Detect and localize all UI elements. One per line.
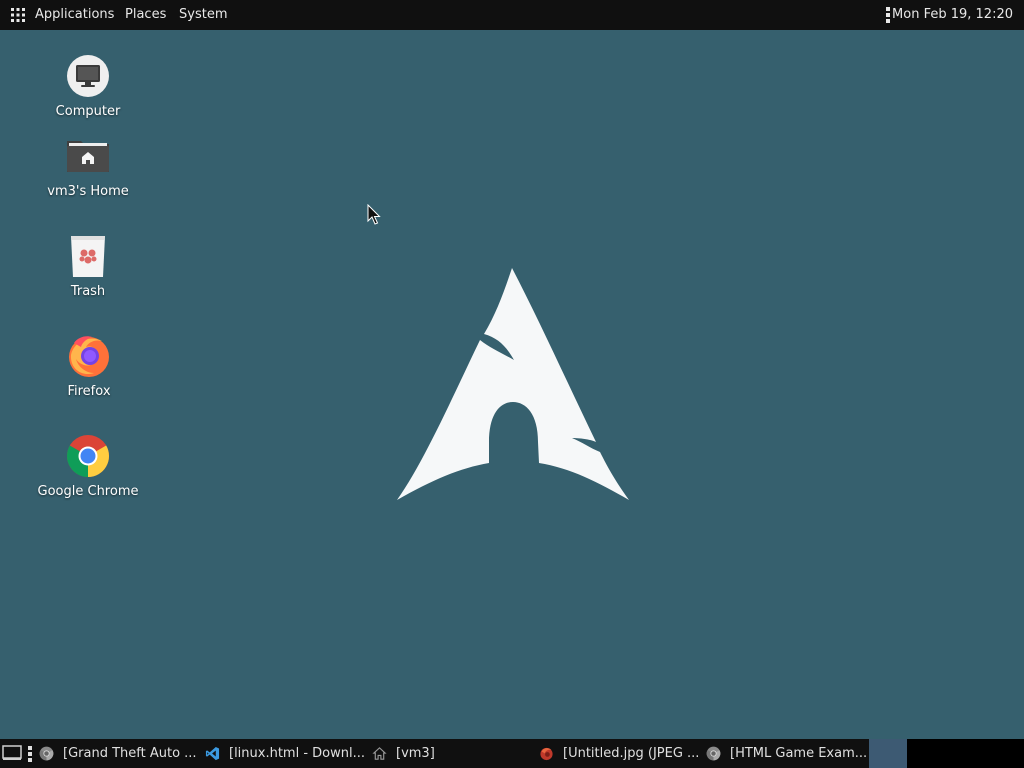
desktop-icon-label: Google Chrome	[37, 484, 139, 499]
desktop-icon-label: Firefox	[67, 384, 111, 399]
menu-places[interactable]: Places	[125, 0, 166, 30]
computer-icon	[67, 55, 109, 97]
arch-linux-logo	[397, 268, 629, 500]
trash-icon	[71, 236, 105, 277]
task-vm3-folder[interactable]: [vm3]	[372, 739, 472, 768]
task-grand-theft-auto[interactable]: [Grand Theft Auto ...	[39, 739, 199, 768]
task-untitled-jpg[interactable]: [Untitled.jpg (JPEG ...	[539, 739, 699, 768]
menu-system[interactable]: System	[179, 0, 227, 30]
chrome-icon	[706, 746, 721, 761]
kebab-menu-icon[interactable]	[27, 746, 33, 762]
show-desktop-icon[interactable]	[2, 745, 22, 761]
task-html-game[interactable]: [HTML Game Exam...	[706, 739, 866, 768]
taskbar: [Grand Theft Auto ... [linux.html - Down…	[0, 739, 1024, 768]
kebab-menu-icon[interactable]	[885, 7, 891, 23]
chrome-icon	[66, 435, 110, 477]
app-grid-icon[interactable]	[11, 8, 25, 22]
clock[interactable]: Mon Feb 19, 12:20	[892, 0, 1013, 30]
home-folder-icon	[67, 141, 109, 172]
menu-applications[interactable]: Applications	[35, 0, 114, 30]
task-label: [HTML Game Exam...	[730, 746, 866, 761]
vscode-icon	[205, 746, 220, 761]
task-label: [Grand Theft Auto ...	[63, 746, 197, 761]
desktop-icon-label: Computer	[55, 104, 121, 119]
workspace-switcher-2[interactable]	[907, 739, 1024, 768]
task-vscode[interactable]: [linux.html - Downl...	[205, 739, 365, 768]
image-viewer-icon	[540, 747, 553, 761]
desktop-icon-label: Trash	[70, 284, 106, 299]
desktop-icon-firefox[interactable]: Firefox	[29, 333, 149, 399]
mouse-pointer-icon	[367, 204, 381, 225]
desktop-icon-trash[interactable]: Trash	[28, 233, 148, 299]
chrome-icon	[39, 746, 54, 761]
desktop-icon-home[interactable]: vm3's Home	[28, 133, 148, 199]
desktop-icon-label: vm3's Home	[47, 184, 129, 199]
firefox-icon	[69, 336, 109, 377]
task-label: [Untitled.jpg (JPEG ...	[563, 746, 699, 761]
task-label: [linux.html - Downl...	[229, 746, 365, 761]
desktop-icon-computer[interactable]: Computer	[28, 53, 148, 119]
home-folder-icon	[372, 747, 387, 760]
desktop-icon-chrome[interactable]: Google Chrome	[28, 433, 148, 499]
top-panel: Applications Places System Mon Feb 19, 1…	[0, 0, 1024, 30]
workspace-switcher-1[interactable]	[869, 739, 907, 768]
task-label: [vm3]	[396, 746, 435, 761]
